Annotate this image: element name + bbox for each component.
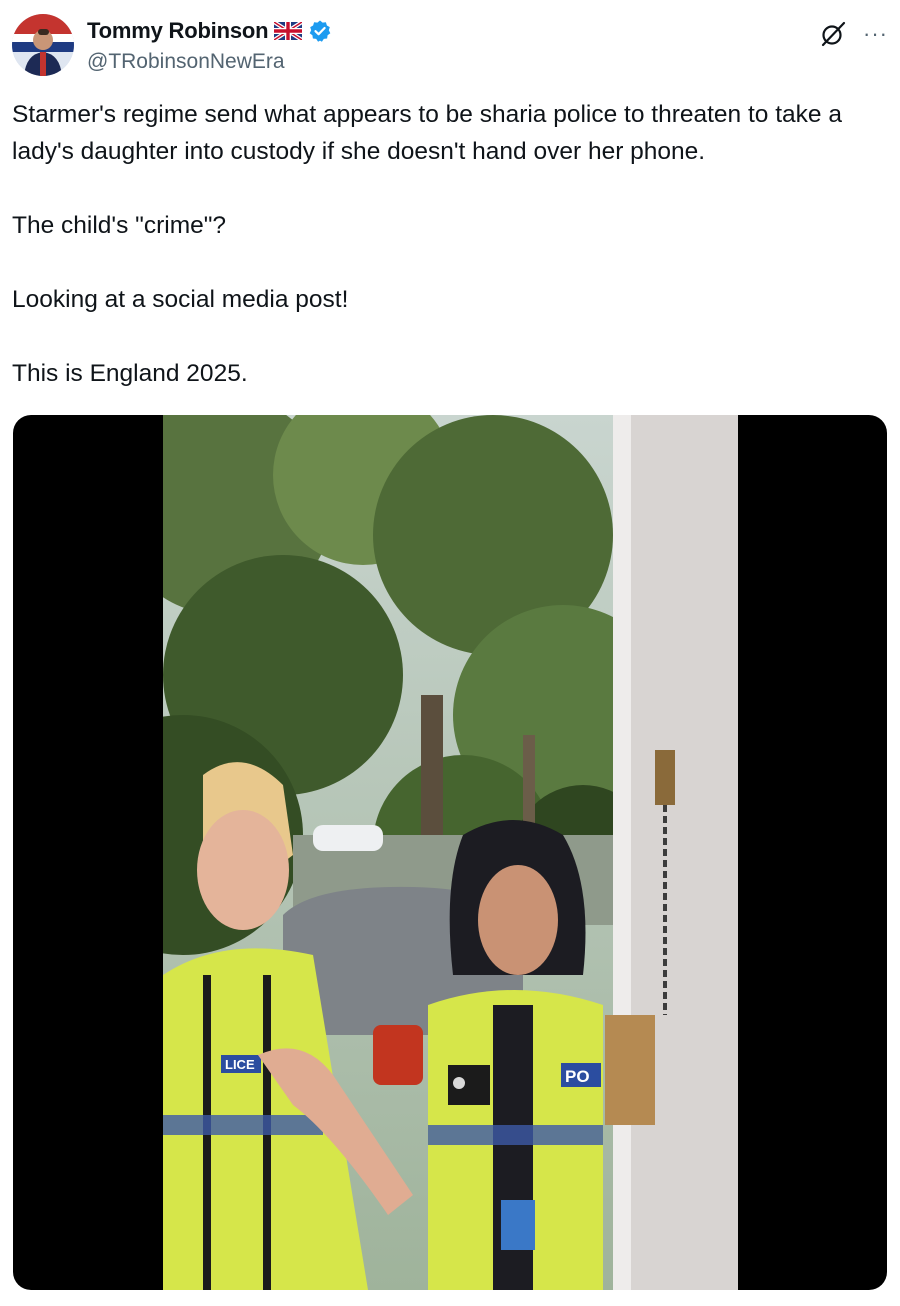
union-jack-flag-icon	[273, 20, 304, 42]
tweet-paragraph: Starmer's regime send what appears to be…	[12, 101, 842, 165]
user-handle[interactable]: @TRobinsonNewEra	[87, 50, 285, 74]
tweet-paragraph: This is England 2025.	[12, 360, 248, 387]
avatar[interactable]	[12, 14, 74, 76]
video-player[interactable]: LICE PO	[13, 415, 887, 1290]
video-thumbnail: LICE PO	[163, 415, 738, 1290]
tweet-text: Starmer's regime send what appears to be…	[12, 96, 888, 392]
verified-badge-icon	[308, 19, 332, 43]
vest-badge-right: PO	[565, 1067, 590, 1086]
tweet-paragraph: The child's "crime"?	[12, 212, 227, 239]
avatar-image	[12, 14, 74, 76]
display-name[interactable]: Tommy Robinson	[87, 18, 269, 44]
grok-icon[interactable]	[819, 20, 847, 48]
tweet-paragraph: Looking at a social media post!	[12, 286, 349, 313]
vest-badge-left: LICE	[225, 1057, 255, 1072]
tweet-header: Tommy Robinson @TRobinsonNewEra ···	[12, 14, 888, 78]
more-options-icon[interactable]: ···	[863, 23, 888, 45]
video-frame: LICE PO	[163, 415, 738, 1290]
